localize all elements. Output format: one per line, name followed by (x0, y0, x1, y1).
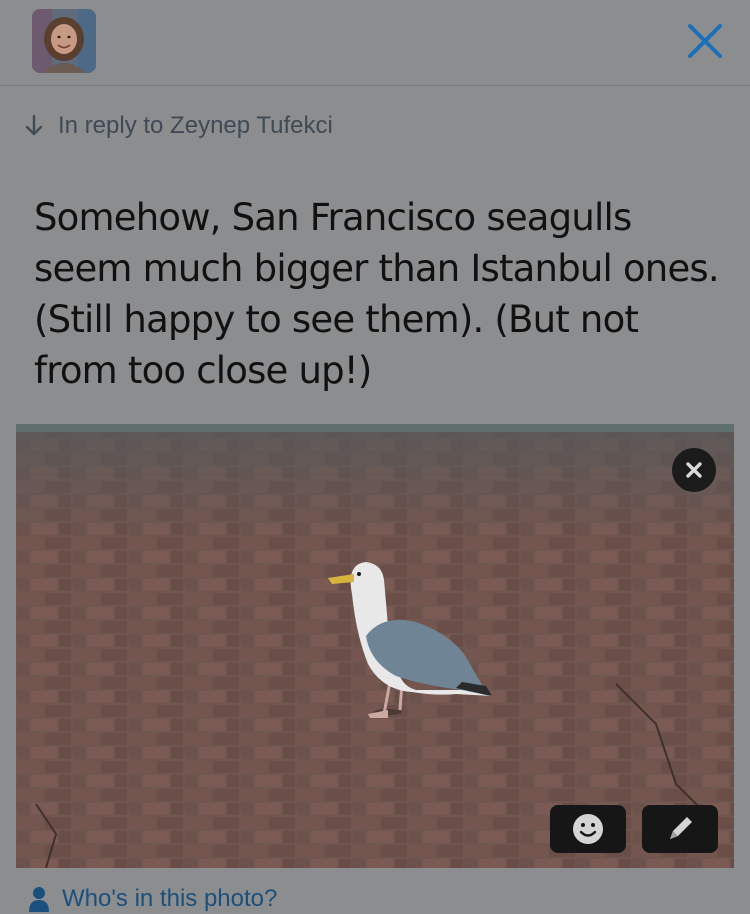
close-icon (688, 24, 722, 58)
close-button[interactable] (684, 20, 726, 62)
smiley-icon (573, 814, 603, 844)
user-avatar[interactable] (32, 9, 96, 73)
tweet-text-field[interactable]: Somehow, San Francisco seagulls seem muc… (34, 192, 724, 396)
in-reply-to[interactable]: In reply to Zeynep Tufekci (24, 108, 333, 144)
person-icon (29, 887, 49, 912)
seagull-photo (16, 424, 734, 868)
tag-people-label: Who's in this photo? (62, 885, 278, 912)
compose-header (0, 0, 750, 86)
attached-photo[interactable] (16, 424, 734, 868)
remove-photo-button[interactable] (672, 448, 716, 492)
arrow-down-icon (25, 114, 43, 136)
add-sticker-button[interactable] (550, 805, 626, 853)
reply-label: In reply to Zeynep Tufekci (58, 112, 333, 139)
edit-photo-button[interactable] (642, 805, 718, 853)
close-icon (686, 462, 702, 478)
pencil-icon (670, 817, 692, 839)
